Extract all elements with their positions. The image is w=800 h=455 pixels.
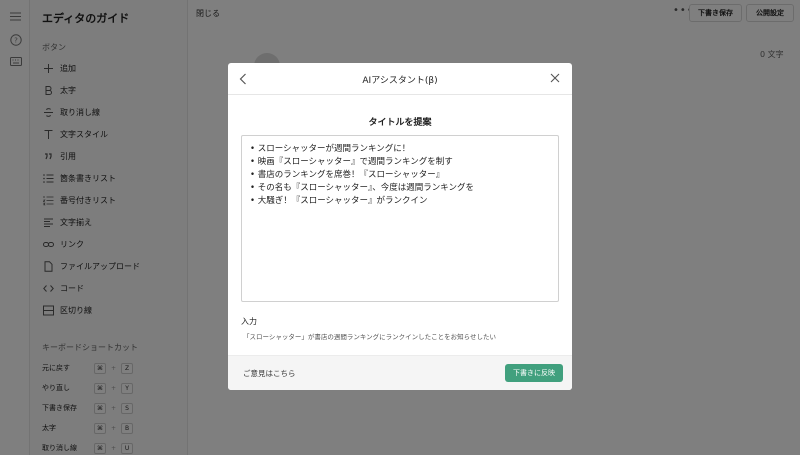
suggestions-textarea[interactable]: • スローシャッターが週間ランキングに！ • 映画『スローシャッター』で週間ラン… <box>241 135 559 302</box>
modal-title: AIアシスタント(β) <box>362 76 438 86</box>
suggestion-line: • 大騒ぎ！『スローシャッター』がランクイン <box>250 196 428 206</box>
modal-header: AIアシスタント(β) <box>228 63 572 95</box>
suggestion-line: • 書店のランキングを席巻！『スローシャッター』 <box>250 170 445 180</box>
apply-to-draft-button[interactable]: 下書きに反映 <box>505 364 563 382</box>
ai-assistant-modal: AIアシスタント(β) タイトルを提案 • スローシャッターが週間ランキングに！… <box>228 63 572 390</box>
input-label: 入力 <box>241 317 257 326</box>
modal-footer: ご意見はこちら 下書きに反映 <box>228 355 572 390</box>
suggestion-line: • スローシャッターが週間ランキングに！ <box>250 144 411 154</box>
suggestion-line: • 映画『スローシャッター』で週間ランキングを制す <box>250 157 453 167</box>
feedback-link[interactable]: ご意見はこちら <box>243 368 296 379</box>
input-prompt-text: 「スローシャッター」が書店の週間ランキングにランクインしたことをお知らせしたい <box>243 333 497 341</box>
suggest-title-heading: タイトルを提案 <box>368 118 432 128</box>
suggestion-line: • その名も『スローシャッター』、今度は週間ランキングを <box>250 183 475 193</box>
close-icon[interactable] <box>549 72 561 84</box>
